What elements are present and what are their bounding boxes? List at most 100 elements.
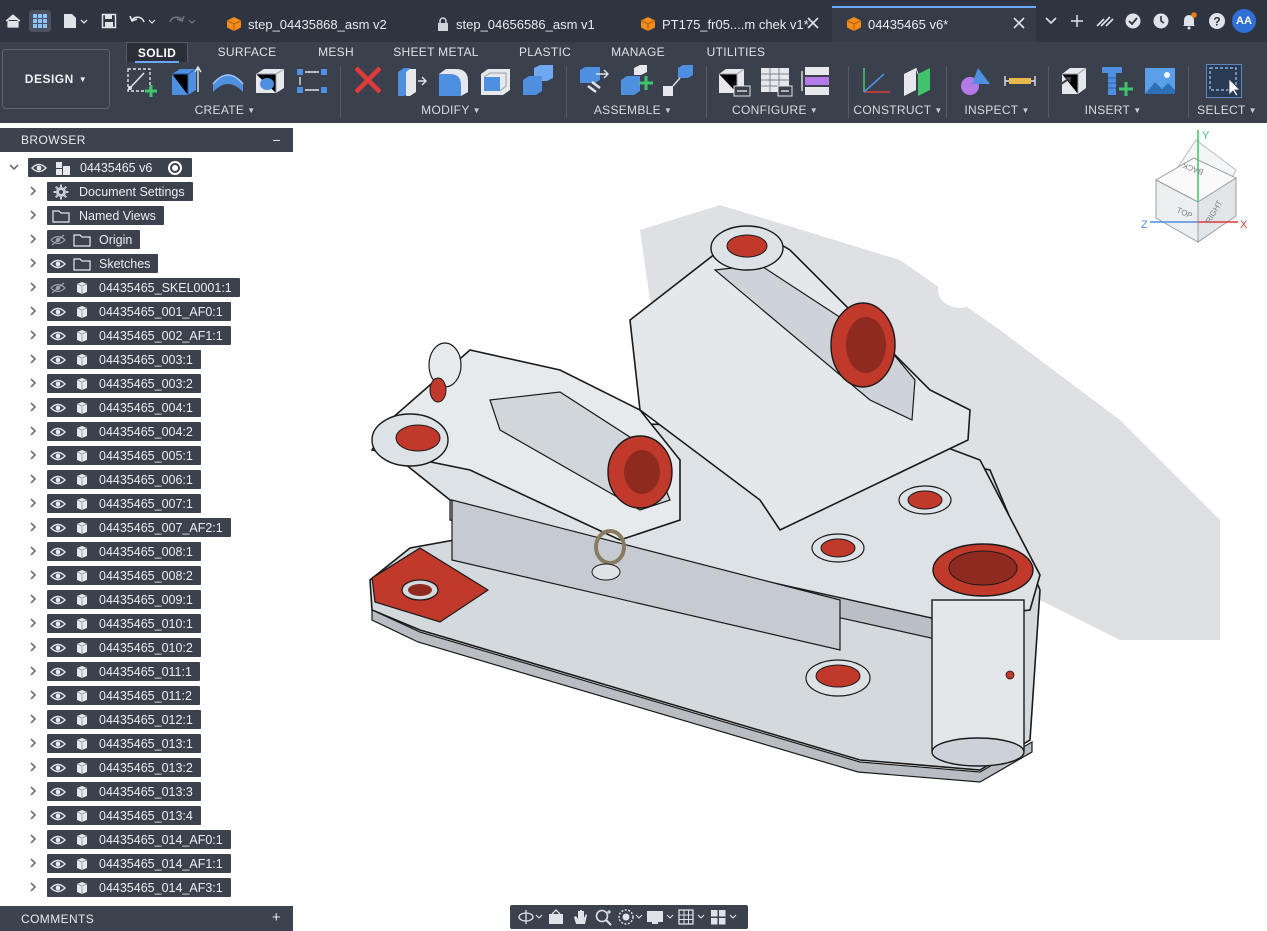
eye-hidden-icon[interactable] [47, 278, 69, 297]
tree-node-component[interactable]: 04435465_001_AF0:1 [0, 300, 293, 321]
chevron-right-icon[interactable] [27, 880, 39, 892]
eye-icon[interactable] [47, 326, 69, 345]
viewports-layout-icon[interactable] [708, 907, 740, 927]
tree-node-component[interactable]: 04435465_007_AF2:1 [0, 516, 293, 537]
eye-icon[interactable] [47, 758, 69, 777]
window-select-icon[interactable] [1206, 64, 1242, 98]
tree-node-component[interactable]: 04435465_014_AF1:1 [0, 852, 293, 873]
eye-icon[interactable] [47, 374, 69, 393]
inspect-group-label[interactable]: INSPECT ▼ [962, 102, 1032, 118]
hole-icon[interactable] [252, 64, 288, 98]
tab-overflow-chevron-icon[interactable] [1040, 10, 1062, 32]
tree-node-component[interactable]: 04435465_SKEL0001:1 [0, 276, 293, 297]
tree-node-component[interactable]: 04435465_013:2 [0, 756, 293, 777]
eye-icon[interactable] [47, 518, 69, 537]
tree-node-component[interactable]: 04435465_006:1 [0, 468, 293, 489]
3d-viewport[interactable] [293, 123, 1267, 931]
fit-window-icon[interactable] [616, 907, 644, 927]
pan-hand-icon[interactable] [568, 907, 592, 927]
insert-mcmaster-bolt-icon[interactable] [1098, 64, 1134, 98]
display-settings-icon[interactable] [644, 907, 676, 927]
workspace-switcher-button[interactable]: DESIGN ▼ [2, 49, 110, 109]
configure-group-label[interactable]: CONFIGURE ▼ [732, 102, 818, 118]
chevron-right-icon[interactable] [27, 376, 39, 388]
configuration-table-icon[interactable] [758, 64, 794, 98]
undo-icon[interactable] [126, 10, 158, 32]
data-panel-grid-icon[interactable] [29, 10, 51, 32]
notification-bell-icon[interactable] [1178, 10, 1200, 32]
eye-icon[interactable] [47, 590, 69, 609]
chevron-right-icon[interactable] [27, 184, 39, 196]
tree-node-component[interactable]: 04435465_011:1 [0, 660, 293, 681]
add-comment-icon[interactable]: + [272, 909, 281, 926]
eye-icon[interactable] [47, 662, 69, 681]
clock-history-icon[interactable] [1150, 10, 1172, 32]
tree-node-component[interactable]: 04435465_014_AF0:1 [0, 828, 293, 849]
eye-icon[interactable] [47, 782, 69, 801]
ribbon-tab-mesh[interactable]: MESH [310, 42, 362, 62]
construct-group-label[interactable]: CONSTRUCT ▼ [853, 102, 942, 118]
ribbon-tab-plastic[interactable]: PLASTIC [514, 42, 576, 62]
eye-icon[interactable] [47, 542, 69, 561]
eye-icon[interactable] [47, 686, 69, 705]
tree-node-component[interactable]: 04435465_014_AF3:1 [0, 876, 293, 897]
pattern-icon[interactable] [294, 64, 330, 98]
joint-icon[interactable] [576, 64, 612, 98]
assemble-group-label[interactable]: ASSEMBLE ▼ [594, 102, 672, 118]
save-icon[interactable] [98, 10, 120, 32]
chevron-right-icon[interactable] [27, 424, 39, 436]
tree-node-component[interactable]: 04435465_010:1 [0, 612, 293, 633]
tab-document-2[interactable]: step_04656586_asm v1 [422, 6, 624, 42]
zoom-icon[interactable] [592, 907, 616, 927]
eye-icon[interactable] [47, 830, 69, 849]
select-group-label[interactable]: SELECT ▼ [1196, 102, 1258, 118]
tree-node-component[interactable]: 04435465_008:1 [0, 540, 293, 561]
chevron-right-icon[interactable] [27, 616, 39, 628]
tree-node-component[interactable]: 04435465_013:1 [0, 732, 293, 753]
tree-node-component[interactable]: 04435465_008:2 [0, 564, 293, 585]
tree-node-component[interactable]: 04435465_003:2 [0, 372, 293, 393]
chevron-right-icon[interactable] [27, 808, 39, 820]
chevron-right-icon[interactable] [27, 448, 39, 460]
shell-icon[interactable] [478, 64, 514, 98]
eye-icon[interactable] [47, 398, 69, 417]
eye-icon[interactable] [47, 638, 69, 657]
collapse-panel-icon[interactable]: − [272, 132, 281, 148]
chevron-right-icon[interactable] [27, 520, 39, 532]
new-tab-plus-icon[interactable] [1066, 10, 1088, 32]
grid-snaps-icon[interactable] [676, 907, 708, 927]
activate-radio-icon[interactable] [168, 160, 183, 175]
chevron-down-icon[interactable] [8, 160, 20, 172]
construct-plane-icon[interactable] [900, 64, 936, 98]
chevron-right-icon[interactable] [27, 784, 39, 796]
chevron-right-icon[interactable] [27, 496, 39, 508]
chevron-right-icon[interactable] [27, 304, 39, 316]
chevron-right-icon[interactable] [27, 472, 39, 484]
eye-icon[interactable] [47, 806, 69, 825]
file-menu-icon[interactable] [60, 10, 90, 32]
chevron-right-icon[interactable] [27, 688, 39, 700]
ribbon-tab-utilities[interactable]: UTILITIES [700, 42, 772, 62]
help-icon[interactable]: ? [1206, 10, 1228, 32]
eye-icon[interactable] [47, 734, 69, 753]
tab-document-4-active[interactable]: 04435465 v6* [832, 6, 1036, 42]
tree-node-component[interactable]: 04435465_013:4 [0, 804, 293, 825]
orbit-icon[interactable] [516, 907, 544, 927]
chevron-right-icon[interactable] [27, 712, 39, 724]
chevron-right-icon[interactable] [27, 328, 39, 340]
eye-icon[interactable] [47, 446, 69, 465]
eye-icon[interactable] [47, 710, 69, 729]
combine-icon[interactable] [520, 64, 556, 98]
create-group-label[interactable]: CREATE ▼ [190, 102, 260, 118]
tree-node-component[interactable]: 04435465_009:1 [0, 588, 293, 609]
tab-document-1[interactable]: step_04435868_asm v2 [212, 6, 416, 42]
tree-node-component[interactable]: 04435465_013:3 [0, 780, 293, 801]
tree-node-component[interactable]: 04435465_004:2 [0, 420, 293, 441]
tree-node-folder[interactable]: Named Views [0, 204, 293, 225]
look-at-icon[interactable] [544, 907, 568, 927]
eye-icon[interactable] [47, 566, 69, 585]
delete-x-icon[interactable] [350, 64, 386, 98]
home-icon[interactable] [2, 10, 24, 32]
chevron-right-icon[interactable] [27, 760, 39, 772]
tree-node-component[interactable]: 04435465_002_AF1:1 [0, 324, 293, 345]
